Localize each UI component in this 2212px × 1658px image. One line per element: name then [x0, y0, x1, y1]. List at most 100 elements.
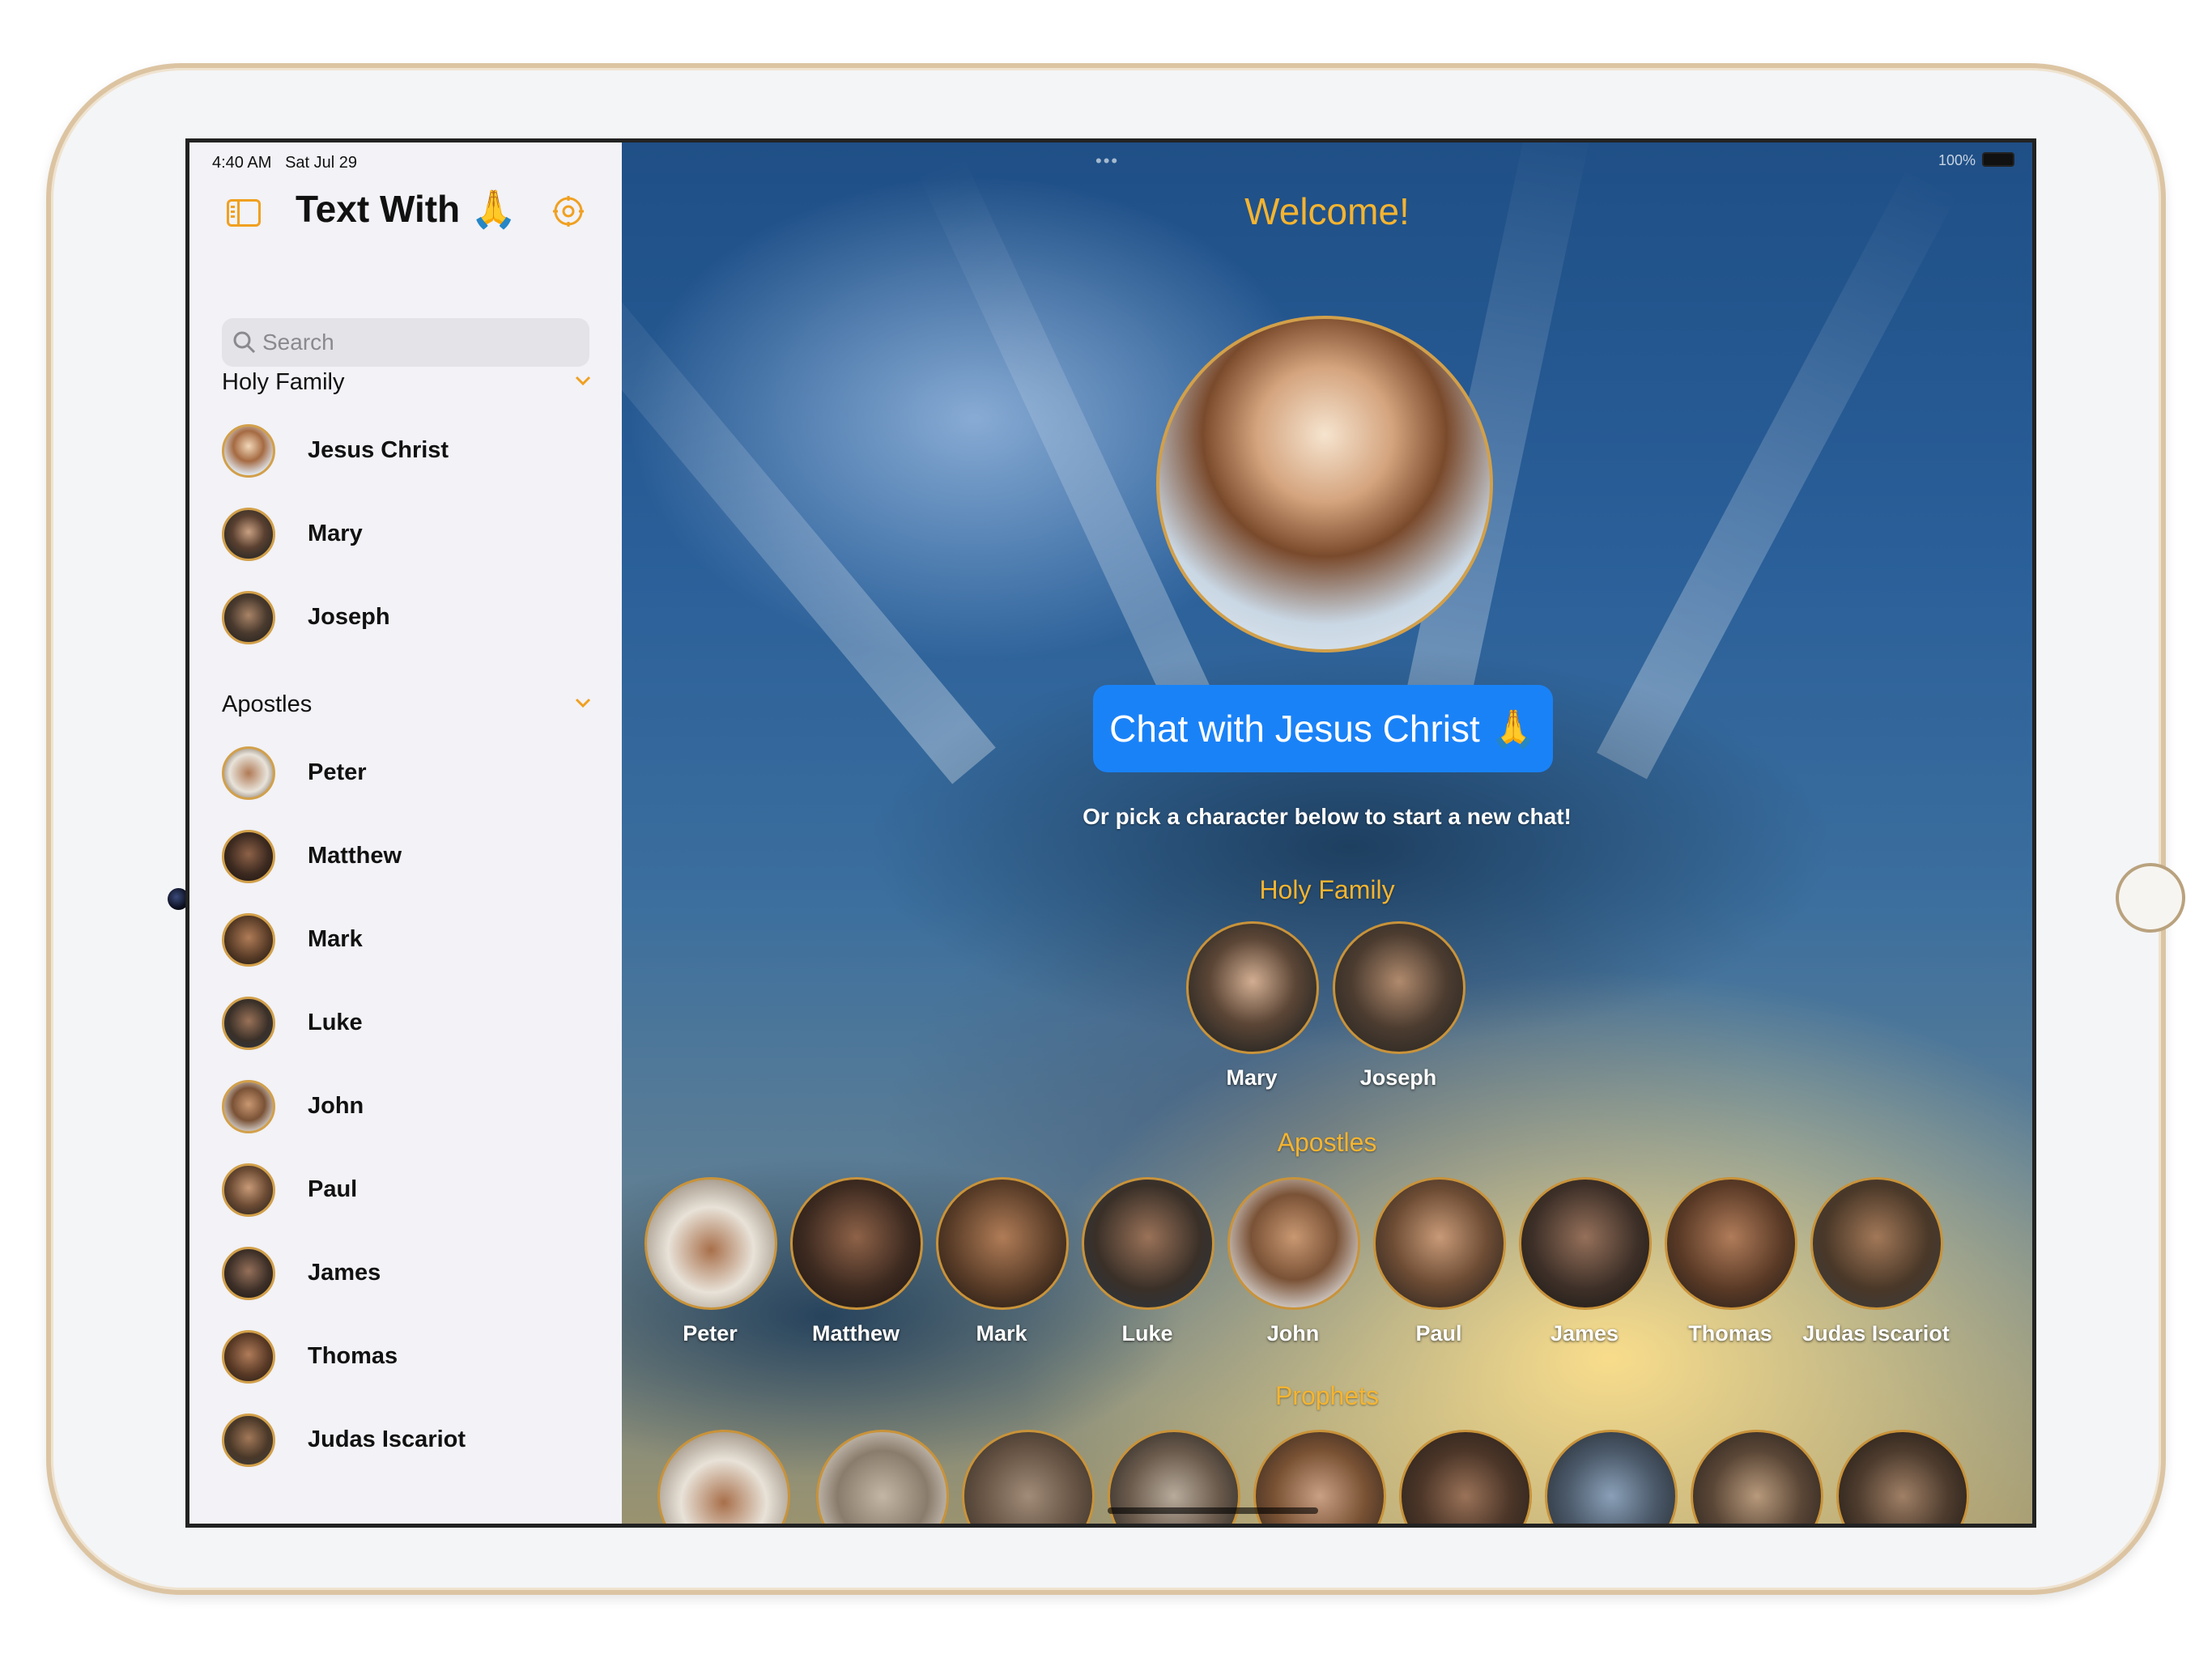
search-bar[interactable] [222, 318, 589, 367]
chevron-down-icon[interactable] [572, 691, 594, 714]
character-mary[interactable]: Mary [1183, 921, 1321, 1099]
character-name: Judas Iscariot [1802, 1321, 1950, 1346]
avatar [1665, 1177, 1797, 1310]
contact-name: John [308, 1093, 364, 1119]
avatar [1333, 921, 1465, 1054]
multitasking-dots[interactable]: ••• [1095, 151, 1119, 172]
character-mark[interactable]: Mark [933, 1177, 1070, 1355]
group-title-prophets: Prophets [1274, 1381, 1380, 1410]
character-name: Paul [1415, 1321, 1462, 1346]
avatar [222, 913, 275, 967]
sidebar-item-paul[interactable]: Paul [222, 1163, 602, 1222]
character-prophet[interactable] [1687, 1430, 1825, 1524]
sidebar-item-james[interactable]: James [222, 1247, 602, 1305]
character-paul[interactable]: Paul [1370, 1177, 1508, 1355]
avatar [222, 1330, 275, 1384]
sidebar-item-matthew[interactable]: Matthew [222, 830, 602, 888]
avatar [962, 1430, 1095, 1524]
avatar [1399, 1430, 1532, 1524]
sidebar-item-luke[interactable]: Luke [222, 997, 602, 1055]
sidebar-item-john[interactable]: John [222, 1080, 602, 1138]
contact-name: Peter [308, 759, 367, 785]
jesus-portrait[interactable] [1156, 316, 1493, 653]
sidebar-item-judas-iscariot[interactable]: Judas Iscariot [222, 1414, 602, 1472]
avatar [657, 1430, 790, 1524]
contact-name: Mark [308, 926, 363, 952]
sidebar-toggle-icon[interactable] [227, 199, 261, 227]
status-date: Sat Jul 29 [285, 154, 358, 172]
contact-name: Joseph [308, 604, 390, 630]
sidebar-item-thomas[interactable]: Thomas [222, 1330, 602, 1388]
section-title: Holy Family [222, 369, 345, 395]
pick-character-text: Or pick a character below to start a new… [1083, 804, 1572, 829]
character-thomas[interactable]: Thomas [1661, 1177, 1799, 1355]
character-prophet[interactable] [1396, 1430, 1534, 1524]
character-name: Thomas [1688, 1321, 1772, 1346]
character-prophet[interactable] [1833, 1430, 1971, 1524]
sidebar-item-mark[interactable]: Mark [222, 913, 602, 971]
app-title: Text With 🙏 [296, 188, 517, 230]
chevron-down-icon[interactable] [572, 369, 594, 392]
avatar [222, 1414, 275, 1467]
avatar [644, 1177, 777, 1310]
main-panel: ••• 100% Welcome! Chat with Jesus Christ… [622, 142, 2032, 1524]
contact-name: Jesus Christ [308, 437, 449, 463]
avatar [222, 508, 275, 561]
avatar [222, 997, 275, 1050]
home-button[interactable] [2116, 863, 2185, 933]
avatar [222, 830, 275, 883]
contact-name: Luke [308, 1010, 363, 1035]
home-indicator[interactable] [1108, 1507, 1318, 1514]
settings-icon[interactable] [551, 194, 585, 228]
battery-icon [1982, 152, 2014, 167]
character-prophet[interactable] [959, 1430, 1096, 1524]
avatar [1810, 1177, 1943, 1310]
character-john[interactable]: John [1224, 1177, 1362, 1355]
avatar [936, 1177, 1069, 1310]
section-title: Apostles [222, 691, 313, 717]
status-clock: 4:40 AM [212, 154, 272, 172]
character-name: Joseph [1359, 1065, 1437, 1090]
sidebar-item-joseph[interactable]: Joseph [222, 591, 602, 649]
character-name: Peter [683, 1321, 738, 1346]
character-peter[interactable]: Peter [641, 1177, 779, 1355]
character-joseph[interactable]: Joseph [1329, 921, 1467, 1099]
avatar [1373, 1177, 1506, 1310]
character-matthew[interactable]: Matthew [787, 1177, 925, 1355]
character-name: James [1550, 1321, 1619, 1346]
avatar [222, 424, 275, 478]
chat-with-jesus-button[interactable]: Chat with Jesus Christ 🙏 [1093, 685, 1553, 772]
search-input[interactable] [262, 318, 578, 367]
screen: 4:40 AM Sat Jul 29 Text With 🙏 Holy Fami… [185, 138, 2036, 1528]
character-prophet[interactable] [813, 1430, 951, 1524]
search-icon [233, 331, 256, 354]
group-title-apostles: Apostles [1277, 1128, 1377, 1157]
character-judas-iscariot[interactable]: Judas Iscariot [1802, 1177, 1950, 1355]
sidebar-item-peter[interactable]: Peter [222, 746, 602, 805]
avatar [222, 591, 275, 644]
contact-name: Paul [308, 1176, 358, 1202]
avatar [1082, 1177, 1214, 1310]
welcome-title: Welcome! [1244, 190, 1410, 232]
section-header-apostles[interactable]: Apostles [222, 691, 594, 724]
character-prophet[interactable] [654, 1430, 792, 1524]
sidebar-item-jesus-christ[interactable]: Jesus Christ [222, 424, 602, 483]
light-ray [622, 239, 996, 784]
sidebar-item-mary[interactable]: Mary [222, 508, 602, 566]
character-james[interactable]: James [1516, 1177, 1653, 1355]
character-prophet[interactable] [1542, 1430, 1679, 1524]
section-header-holy-family[interactable]: Holy Family [222, 369, 594, 402]
character-name: Matthew [812, 1321, 900, 1346]
status-time: 4:40 AM Sat Jul 29 [212, 154, 357, 172]
avatar [1227, 1177, 1360, 1310]
avatar [790, 1177, 923, 1310]
character-name: Luke [1121, 1321, 1173, 1346]
avatar [816, 1430, 949, 1524]
character-name: Mark [976, 1321, 1027, 1346]
contact-name: Judas Iscariot [308, 1426, 466, 1452]
avatar [1519, 1177, 1652, 1310]
avatar [222, 1080, 275, 1133]
avatar [222, 746, 275, 800]
character-luke[interactable]: Luke [1078, 1177, 1216, 1355]
sidebar: 4:40 AM Sat Jul 29 Text With 🙏 Holy Fami… [189, 142, 623, 1524]
